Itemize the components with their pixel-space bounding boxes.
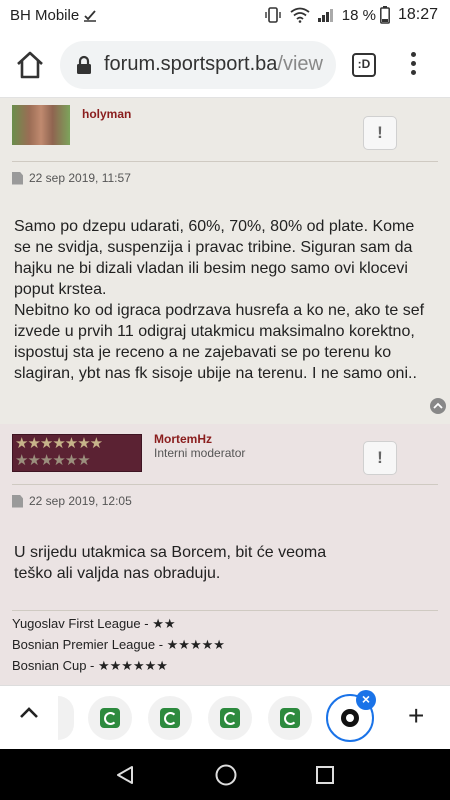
site-favicon-icon [160,708,180,728]
signature-line: Bosnian Premier League - ★★★★★ [12,637,225,652]
home-button[interactable] [14,49,46,81]
report-button[interactable]: ! [363,116,397,150]
post-body: U srijedu utakmica sa Borcem, bit će veo… [14,542,364,584]
wifi-icon [290,7,310,23]
post-author[interactable]: MortemHz [154,432,212,446]
chevron-up-icon [433,402,443,409]
signal-icon [317,9,333,22]
signature-divider [12,610,438,611]
post-paragraph: Nebitno ko od igraca podrzava husrefa a … [14,302,425,382]
rank-image: ★★★★★★★ ★★★★★★ [12,434,142,472]
ball-favicon-icon [341,709,359,727]
post-author[interactable]: holyman [82,107,131,121]
overflow-menu-button[interactable] [403,49,423,81]
post-paragraph: U srijedu utakmica sa Borcem, bit će veo… [14,544,327,582]
forum-post: holyman ! 22 sep 2019, 11:57 Samo po dze… [0,98,450,424]
page-content: holyman ! 22 sep 2019, 11:57 Samo po dze… [0,98,450,685]
tab-thumbnail[interactable] [208,696,252,740]
lock-icon [77,55,91,74]
tab-strip: × + [0,685,450,749]
post-body: Samo po dzepu udarati, 60%, 70%, 80% od … [14,216,434,384]
tab-switcher-button[interactable]: :D [352,53,376,77]
status-icons: 18 % 18:27 [264,6,438,24]
home-circle-icon[interactable] [214,763,238,787]
url-path: /view [277,53,323,75]
signature: Yugoslav First League - ★★ Bosnian Premi… [12,613,225,676]
post-link-icon[interactable] [12,171,23,185]
data-check-icon [84,10,97,22]
chevron-up-icon [20,707,38,718]
post-date: 22 sep 2019, 12:05 [12,494,132,508]
signature-line: Yugoslav First League - ★★ [12,616,176,631]
url-domain: forum.sportsport.ba [104,53,278,75]
battery: 18 % [342,6,390,24]
url-bar[interactable]: forum.sportsport.ba/view [60,41,336,89]
signature-line: Bosnian Cup - ★★★★★★ [12,658,168,673]
site-favicon-icon [280,708,300,728]
vibrate-icon [265,7,281,23]
system-navigation-bar [0,749,450,800]
avatar[interactable] [12,105,70,145]
browser-toolbar: forum.sportsport.ba/view :D [0,32,450,98]
clock: 18:27 [397,6,438,23]
status-bar: BH Mobile 18 % 18:27 [0,0,450,32]
battery-icon [380,6,390,24]
recents-icon[interactable] [314,764,336,786]
post-date-text: 22 sep 2019, 12:05 [29,494,132,508]
post-link-icon[interactable] [12,494,23,508]
menu-dot-icon [410,61,416,66]
back-icon[interactable] [114,764,136,786]
menu-dot-icon [410,70,416,75]
url-text: forum.sportsport.ba/view [104,53,323,76]
post-paragraph: Samo po dzepu udarati, 60%, 70%, 80% od … [14,218,415,298]
close-tab-button[interactable]: × [356,690,376,710]
divider [12,161,438,162]
divider [12,484,438,485]
tab-thumbnail[interactable] [88,696,132,740]
tab-thumbnail[interactable] [268,696,312,740]
battery-percent: 18 % [341,6,376,24]
post-date: 22 sep 2019, 11:57 [12,171,131,185]
report-button[interactable]: ! [363,441,397,475]
menu-dot-icon [410,52,416,57]
user-rank: Interni moderator [154,446,246,460]
home-icon [17,51,43,79]
site-favicon-icon [220,708,240,728]
forum-post: ★★★★★★★ ★★★★★★ MortemHz Interni moderator… [0,424,450,685]
post-date-text: 22 sep 2019, 11:57 [29,171,131,185]
carrier-label: BH Mobile [10,7,97,24]
carrier-name: BH Mobile [10,7,80,24]
new-tab-button[interactable]: + [408,702,424,730]
site-favicon-icon [100,708,120,728]
back-to-top-button[interactable] [430,398,446,414]
tab-thumbnail[interactable] [148,696,192,740]
expand-tabs-button[interactable] [18,706,40,725]
tab-thumbnail[interactable] [58,696,74,740]
